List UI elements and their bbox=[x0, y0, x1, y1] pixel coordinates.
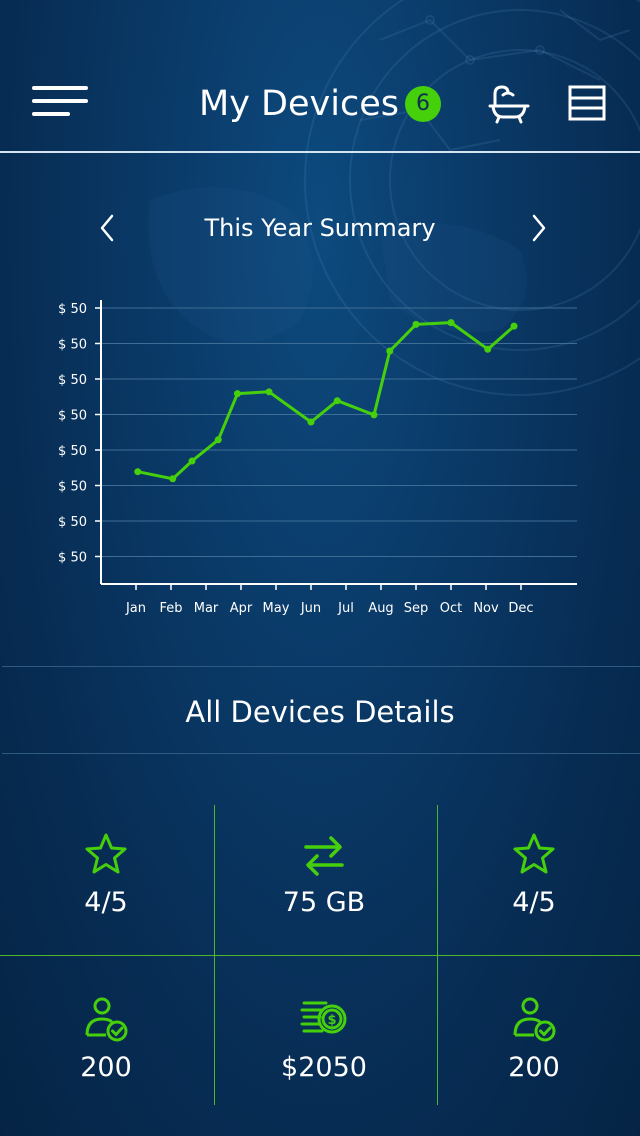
page-title: My Devices bbox=[199, 84, 399, 124]
user-check-icon bbox=[85, 997, 128, 1042]
svg-text:$: $ bbox=[327, 1013, 336, 1028]
data-point bbox=[234, 390, 241, 398]
devices-details-title: All Devices Details bbox=[185, 695, 455, 729]
stat-cell-revenue[interactable]: $ $2050 bbox=[218, 955, 430, 1105]
stat-value: 4/5 bbox=[84, 887, 128, 918]
stat-cell-data-transfer[interactable]: 75 GB bbox=[218, 805, 430, 955]
data-point bbox=[370, 411, 378, 419]
data-point bbox=[265, 388, 273, 396]
y-tick-label: $ 50 bbox=[58, 444, 87, 459]
data-point bbox=[510, 322, 518, 330]
data-point bbox=[169, 475, 177, 483]
star-icon bbox=[513, 833, 555, 874]
x-tick-label: Oct bbox=[440, 601, 462, 616]
x-tick-label: Apr bbox=[230, 601, 253, 616]
stat-cell-users[interactable]: 200 bbox=[428, 955, 640, 1105]
header-divider bbox=[0, 151, 640, 153]
y-tick-label: $ 50 bbox=[58, 551, 87, 566]
stat-cell-rating[interactable]: 4/5 bbox=[428, 805, 640, 955]
y-tick-label: $ 50 bbox=[58, 515, 87, 530]
summary-line-chart: $ 50 $ 50 $ 50 $ 50 $ 50 $ 50 $ 50 $ 50 Jan Feb Ma… bbox=[58, 300, 577, 616]
data-point bbox=[386, 347, 394, 355]
data-point bbox=[447, 319, 455, 327]
stat-value: 4/5 bbox=[512, 887, 556, 918]
transfer-arrows-icon bbox=[304, 836, 344, 876]
chevron-right-icon[interactable] bbox=[518, 200, 558, 256]
data-point bbox=[484, 345, 492, 353]
section-divider-bottom bbox=[2, 753, 640, 754]
data-point bbox=[412, 320, 420, 328]
data-point bbox=[134, 468, 142, 476]
y-tick-label: $ 50 bbox=[58, 302, 87, 317]
summary-nav: This Year Summary bbox=[0, 200, 640, 256]
x-tick-label: Feb bbox=[159, 601, 182, 616]
y-tick-label: $ 50 bbox=[58, 409, 87, 424]
money-coin-icon: $ bbox=[300, 1001, 347, 1034]
x-tick-label: Sep bbox=[404, 601, 429, 616]
data-point bbox=[214, 436, 222, 444]
y-tick-label: $ 50 bbox=[58, 373, 87, 388]
list-icon[interactable] bbox=[566, 82, 610, 126]
x-tick-label: Mar bbox=[194, 601, 219, 616]
summary-title: This Year Summary bbox=[204, 214, 436, 242]
data-point bbox=[188, 457, 196, 465]
device-count-badge: 6 bbox=[404, 86, 441, 122]
data-point bbox=[307, 418, 315, 426]
stat-value: $2050 bbox=[281, 1052, 367, 1083]
x-tick-label: May bbox=[263, 601, 290, 616]
x-tick-label: Jul bbox=[337, 601, 354, 616]
x-tick-label: Dec bbox=[508, 601, 533, 616]
x-tick-label: Nov bbox=[473, 601, 499, 616]
star-icon bbox=[85, 833, 127, 874]
stat-value: 200 bbox=[80, 1052, 132, 1083]
user-check-icon bbox=[513, 997, 556, 1042]
app-header: My Devices 6 bbox=[0, 0, 640, 152]
x-tick-label: Aug bbox=[368, 601, 393, 616]
x-tick-label: Jan bbox=[125, 601, 146, 616]
stat-cell-users[interactable]: 200 bbox=[0, 955, 212, 1105]
series-line bbox=[136, 321, 516, 481]
section-divider-top bbox=[2, 666, 640, 667]
page-title-wrap: My Devices 6 bbox=[0, 80, 640, 128]
data-point bbox=[333, 397, 341, 405]
x-tick-label: Jun bbox=[300, 601, 321, 616]
stat-cell-rating[interactable]: 4/5 bbox=[0, 805, 212, 955]
bathtub-shower-icon[interactable] bbox=[487, 82, 531, 126]
y-tick-label: $ 50 bbox=[58, 338, 87, 353]
stat-value: 200 bbox=[508, 1052, 560, 1083]
y-tick-label: $ 50 bbox=[58, 480, 87, 495]
device-stats-grid: 4/5 75 GB 4/5 200 $ $2050 200 bbox=[0, 805, 640, 1105]
stat-value: 75 GB bbox=[282, 887, 366, 918]
